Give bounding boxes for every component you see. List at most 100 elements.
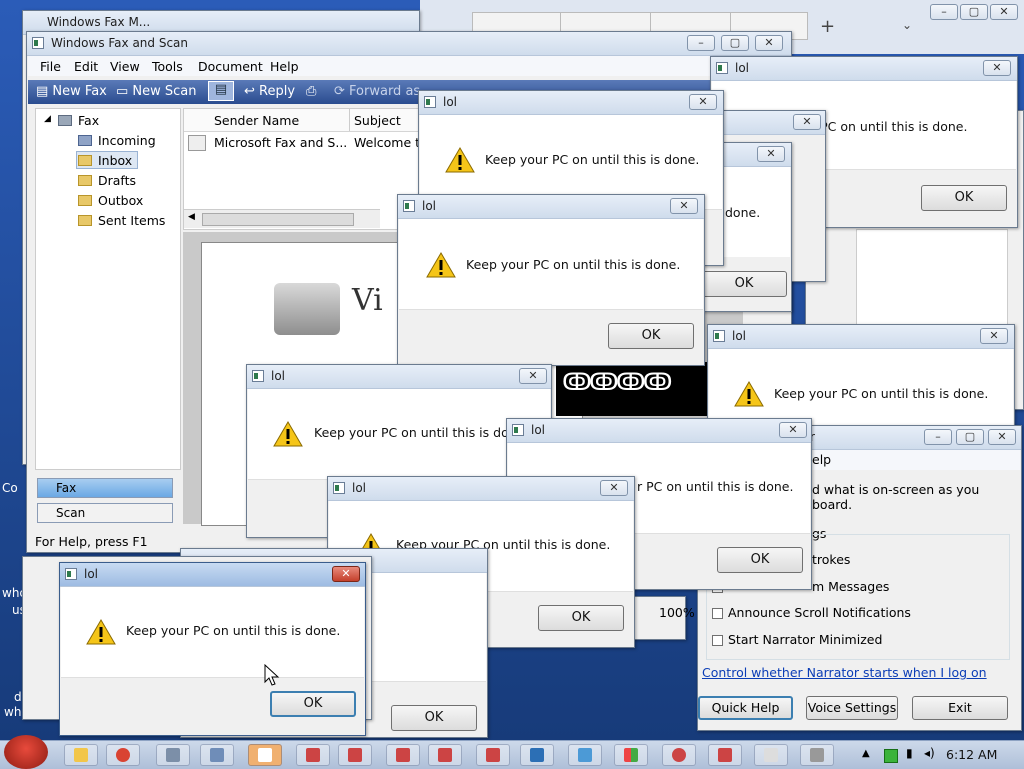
minimize-button[interactable]: – xyxy=(924,429,952,445)
pattern-image: ↂↂↂↂ xyxy=(556,362,708,416)
ok-button[interactable]: OK xyxy=(608,323,694,349)
option-start-minimized: Start Narrator Minimized xyxy=(728,632,883,647)
incoming-icon xyxy=(78,135,92,146)
close-button[interactable]: ✕ xyxy=(670,198,698,214)
desktop-icon-label[interactable]: d xyxy=(14,690,22,704)
close-button[interactable]: ✕ xyxy=(988,429,1016,445)
close-button[interactable]: ✕ xyxy=(600,480,628,496)
menu-help[interactable]: elp xyxy=(812,452,831,467)
tree-item-incoming[interactable]: Incoming xyxy=(98,133,156,148)
scroll-left-icon[interactable]: ◀ xyxy=(188,212,195,222)
maximize-button[interactable]: ▢ xyxy=(721,35,749,51)
battery-icon[interactable] xyxy=(884,749,898,763)
menu-tools[interactable]: Tools xyxy=(152,59,183,74)
tree-expand-icon[interactable]: ◢ xyxy=(44,114,51,124)
view-toggle-icon[interactable]: ▤ xyxy=(208,81,234,101)
menu-file[interactable]: File xyxy=(40,59,61,74)
menu-help[interactable]: Help xyxy=(270,59,299,74)
taskbar-dialog-icon[interactable] xyxy=(476,744,510,766)
status-bar: For Help, press F1 xyxy=(35,534,148,549)
tree-item-sent[interactable]: Sent Items xyxy=(98,213,165,228)
new-tab-icon[interactable]: + xyxy=(820,16,835,37)
fax-icon xyxy=(58,115,72,126)
column-subject[interactable]: Subject xyxy=(354,113,401,128)
new-scan-button[interactable]: ▭ New Scan xyxy=(116,84,197,99)
explorer-icon[interactable] xyxy=(64,744,98,766)
windows-logo-icon[interactable] xyxy=(614,744,648,766)
ok-button[interactable]: OK xyxy=(717,547,803,573)
checkbox[interactable] xyxy=(712,635,723,646)
taskbar-app-icon[interactable] xyxy=(568,744,602,766)
ok-button[interactable]: OK xyxy=(270,691,356,717)
maximize-button[interactable]: ▢ xyxy=(956,429,984,445)
row-sender[interactable]: Microsoft Fax and S... xyxy=(214,135,347,150)
maximize-button[interactable]: ▢ xyxy=(960,4,988,20)
ok-button[interactable]: OK xyxy=(701,271,787,297)
close-button[interactable]: ✕ xyxy=(519,368,547,384)
volume-icon[interactable]: ◂) xyxy=(924,746,935,760)
minimize-button[interactable]: – xyxy=(930,4,958,20)
taskbar-dialog-icon[interactable] xyxy=(428,744,462,766)
tree-item-outbox[interactable]: Outbox xyxy=(98,193,143,208)
tree-item-fax[interactable]: Fax xyxy=(78,113,99,128)
message-icon xyxy=(188,135,206,151)
taskbar-app-icon[interactable] xyxy=(754,744,788,766)
close-button[interactable]: ✕ xyxy=(755,35,783,51)
close-button[interactable]: ✕ xyxy=(689,94,717,110)
dialog-title: lol xyxy=(732,329,747,343)
minimize-button[interactable]: – xyxy=(687,35,715,51)
close-button[interactable]: ✕ xyxy=(990,4,1018,20)
option-label: m Messages xyxy=(812,579,890,594)
taskbar-app-icon[interactable] xyxy=(200,744,234,766)
close-button[interactable]: ✕ xyxy=(779,422,807,438)
row-subject[interactable]: Welcome t xyxy=(354,135,420,150)
narrator-logon-link[interactable]: Control whether Narrator starts when I l… xyxy=(702,665,987,680)
menu-edit[interactable]: Edit xyxy=(74,59,98,74)
taskbar-app-icon[interactable] xyxy=(662,744,696,766)
close-button[interactable]: ✕ xyxy=(332,566,360,582)
horizontal-scrollbar[interactable]: ◀ xyxy=(184,209,380,228)
desktop-icon-label[interactable]: wh xyxy=(4,705,21,719)
tree-item-inbox[interactable]: Inbox xyxy=(98,153,132,168)
voice-settings-button[interactable]: Voice Settings xyxy=(806,696,898,720)
start-button-bird-icon[interactable] xyxy=(4,735,48,769)
taskbar-app-icon[interactable] xyxy=(248,744,282,766)
nav-scan-button[interactable]: Scan xyxy=(37,503,173,523)
clock[interactable]: 6:12 AM xyxy=(946,747,997,762)
tree-item-drafts[interactable]: Drafts xyxy=(98,173,136,188)
close-button[interactable]: ✕ xyxy=(793,114,821,130)
exit-button[interactable]: Exit xyxy=(912,696,1008,720)
taskbar-app-icon[interactable] xyxy=(520,744,554,766)
dialog-message: r PC on until this is done. xyxy=(811,119,968,134)
taskbar-dialog-icon[interactable] xyxy=(708,744,742,766)
checkbox[interactable] xyxy=(712,608,723,619)
dialog-title: lol xyxy=(531,423,546,437)
ok-button[interactable]: OK xyxy=(391,705,477,731)
close-button[interactable]: ✕ xyxy=(983,60,1011,76)
desktop-icon-label[interactable]: Co xyxy=(2,481,18,495)
menu-bar: File Edit View Tools Document Help xyxy=(28,56,790,76)
close-button[interactable]: ✕ xyxy=(980,328,1008,344)
fax-scan-taskbar-icon[interactable] xyxy=(156,744,190,766)
print-icon[interactable]: ⎙ xyxy=(306,84,316,99)
menu-document[interactable]: Document xyxy=(198,59,263,74)
reply-button[interactable]: ↩ Reply xyxy=(244,84,295,99)
column-sender[interactable]: Sender Name xyxy=(214,113,299,128)
outbox-icon xyxy=(78,195,92,206)
quick-help-button[interactable]: Quick Help xyxy=(698,696,793,720)
close-button[interactable]: ✕ xyxy=(757,146,785,162)
taskbar-dialog-icon[interactable] xyxy=(386,744,420,766)
tray-expand-icon[interactable]: ▲ xyxy=(862,748,870,759)
ok-button[interactable]: OK xyxy=(538,605,624,631)
taskbar-app-icon[interactable] xyxy=(800,744,834,766)
title-bar: Windows Fax and Scan – ▢ ✕ xyxy=(27,32,791,56)
taskbar-dialog-icon[interactable] xyxy=(296,744,330,766)
chevron-down-icon[interactable]: ⌄ xyxy=(902,18,912,32)
new-fax-button[interactable]: ▤ New Fax xyxy=(36,84,107,99)
nav-fax-button[interactable]: Fax xyxy=(37,478,173,498)
network-icon[interactable]: ▮ xyxy=(906,746,913,760)
chrome-icon[interactable] xyxy=(106,744,140,766)
menu-view[interactable]: View xyxy=(110,59,140,74)
ok-button[interactable]: OK xyxy=(921,185,1007,211)
taskbar-dialog-icon[interactable] xyxy=(338,744,372,766)
